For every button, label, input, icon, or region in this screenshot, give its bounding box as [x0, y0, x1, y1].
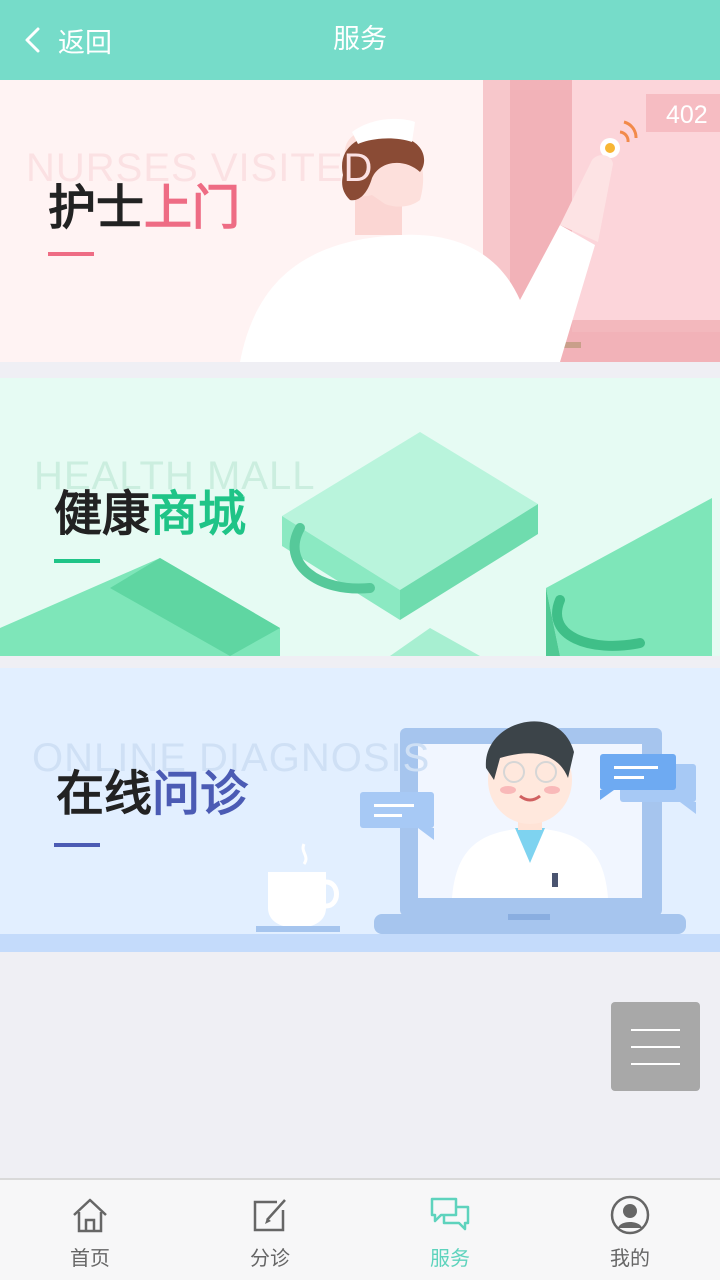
banner-title: 健康商城: [54, 474, 246, 544]
banner-title-plain: 健康: [54, 486, 151, 542]
banner-title-plain: 护士: [48, 180, 145, 236]
banner-title-plain: 在线: [56, 766, 153, 822]
floating-menu-button[interactable]: [611, 1002, 700, 1091]
banner-online-diagnosis[interactable]: ONLINE DIAGNOSIS 在线问诊: [0, 668, 720, 952]
user-icon: [610, 1195, 650, 1235]
banner-health-mall[interactable]: HEALTH MALL 健康商城: [0, 378, 720, 656]
tab-profile[interactable]: 我的: [540, 1180, 720, 1280]
tab-label: 首页: [70, 1246, 110, 1270]
banner-nurse-visit[interactable]: 402 NURSES VISITED 护士上门: [0, 80, 720, 362]
menu-icon: [631, 1029, 680, 1031]
banner-title-accent: 商城: [150, 486, 247, 542]
bottom-tab-bar: 首页 分诊 服务 我的: [0, 1178, 720, 1280]
tab-label: 服务: [430, 1246, 470, 1270]
banner-title-accent: 上门: [144, 180, 241, 236]
tab-label: 我的: [610, 1246, 650, 1270]
menu-icon-bar: [631, 1063, 680, 1065]
home-icon: [73, 1198, 107, 1233]
chat-icon: [430, 1197, 470, 1231]
banner-title-underline: [54, 843, 100, 847]
door-number: 402: [666, 101, 708, 129]
top-nav-bar: 返回 服务: [0, 0, 720, 80]
chevron-left-icon: [25, 27, 40, 53]
tab-triage[interactable]: 分诊: [180, 1180, 360, 1280]
banner-title-underline: [48, 252, 94, 256]
edit-icon: [253, 1199, 286, 1232]
banner-title-underline: [54, 559, 100, 563]
tab-home[interactable]: 首页: [0, 1180, 180, 1280]
banner-title: 护士上门: [48, 168, 240, 238]
banner-title-accent: 问诊: [152, 766, 249, 822]
back-button[interactable]: 返回: [18, 0, 112, 80]
menu-icon-bar: [631, 1046, 680, 1048]
tab-service[interactable]: 服务: [360, 1180, 540, 1280]
tab-label: 分诊: [250, 1246, 290, 1270]
banner-title: 在线问诊: [56, 754, 248, 824]
back-label: 返回: [58, 27, 112, 59]
